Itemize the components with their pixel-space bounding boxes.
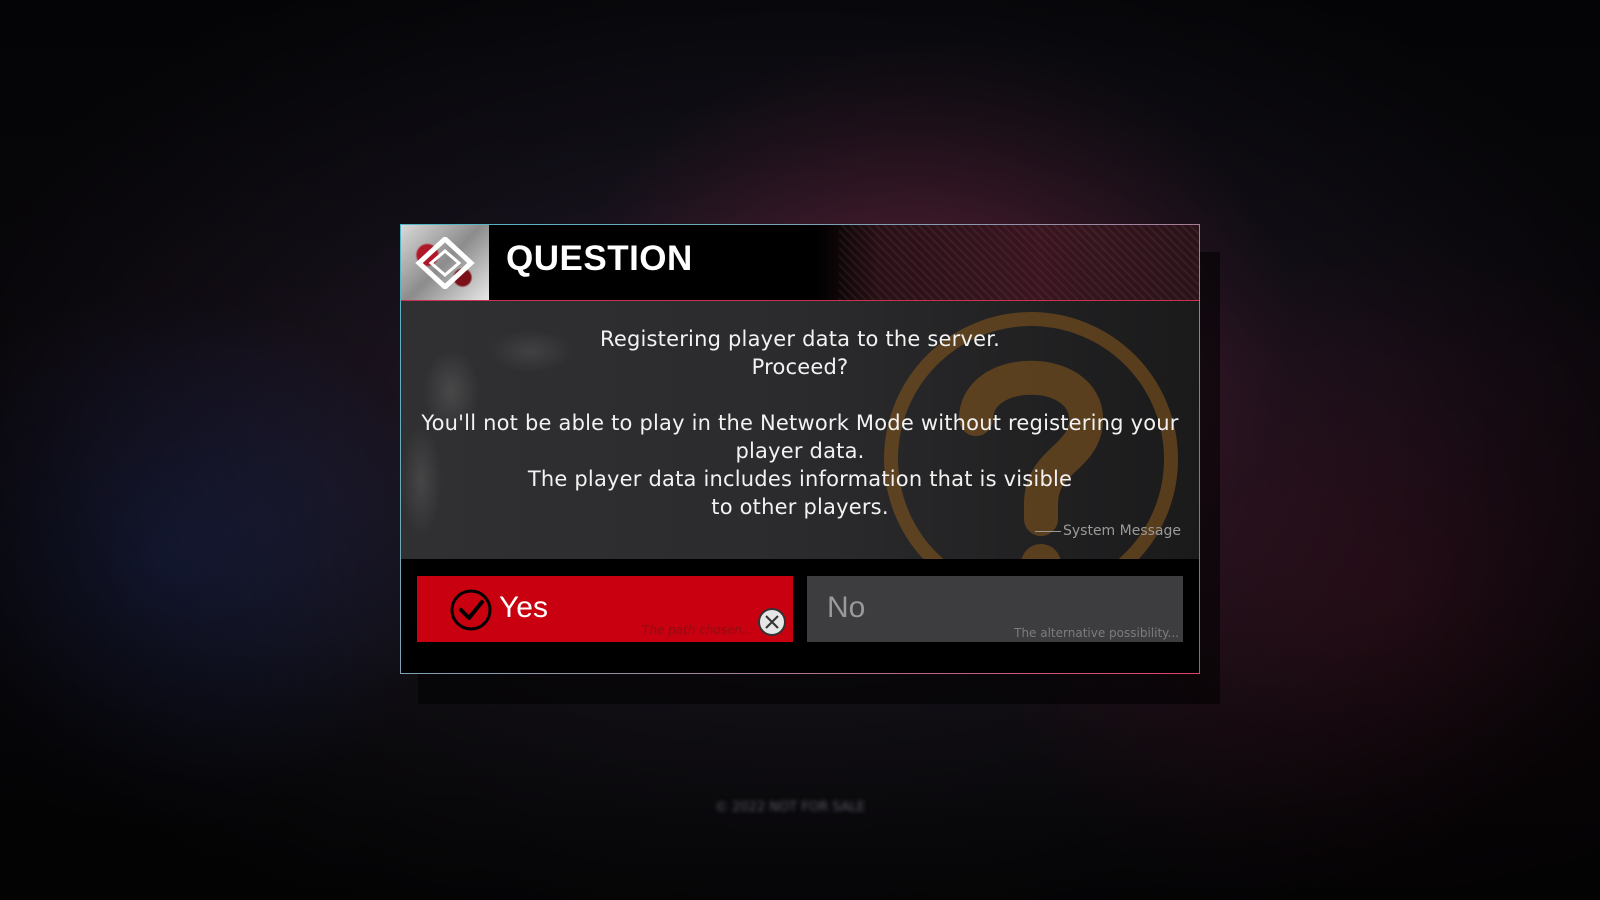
yes-label: Yes — [499, 591, 548, 624]
yes-hint: The path chosen... — [642, 623, 754, 637]
chain-decoration — [839, 225, 1199, 300]
no-label: No — [827, 591, 866, 624]
dialog-title: QUESTION — [506, 239, 693, 278]
message-line: Registering player data to the server. — [600, 327, 1000, 351]
message-line: You'll not be able to play in the Networ… — [421, 411, 1179, 435]
cross-button-icon — [758, 608, 786, 636]
message-signature: System Message — [1034, 523, 1181, 539]
check-circle-icon — [450, 589, 492, 631]
button-area: Yes The path chosen... No The alternativ… — [401, 559, 1199, 673]
question-dialog: QUESTION Registering player data to the … — [400, 224, 1200, 674]
message-line: Proceed? — [751, 355, 849, 379]
emblem-icon — [401, 225, 489, 300]
message-line: The player data includes information tha… — [527, 467, 1073, 491]
copyright-text: © 2022 NOT FOR SALE — [715, 800, 866, 815]
signature-text: System Message — [1062, 523, 1181, 539]
no-hint: The alternative possibility... — [1014, 626, 1179, 640]
message-line: to other players. — [711, 495, 889, 519]
message-line: player data. — [735, 439, 865, 463]
game-background: QUESTION Registering player data to the … — [0, 0, 1600, 900]
no-button[interactable]: No The alternative possibility... — [807, 576, 1183, 642]
yes-button[interactable]: Yes The path chosen... — [417, 576, 793, 642]
dialog-header: QUESTION — [401, 225, 1199, 301]
dialog-body: Registering player data to the server. P… — [401, 301, 1199, 559]
signature-dash — [1034, 530, 1061, 532]
